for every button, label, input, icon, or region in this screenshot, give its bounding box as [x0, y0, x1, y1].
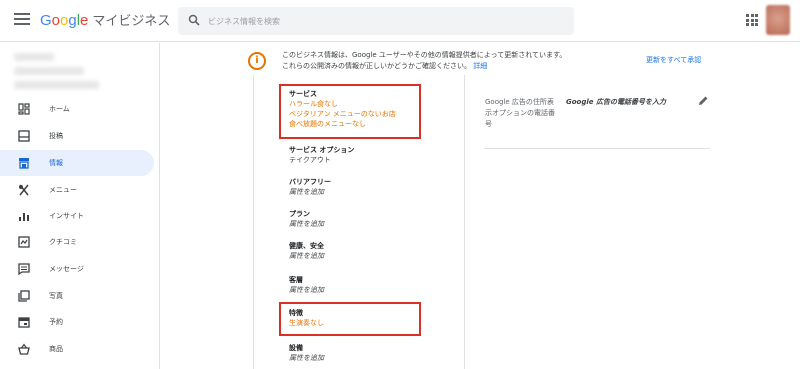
sidebar-item-label: クチコミ — [49, 238, 77, 246]
sidebar-item-insights[interactable]: インサイト — [0, 203, 154, 229]
attribute-title: 客層 — [289, 276, 303, 284]
add-attribute-link[interactable]: 属性を追加 — [289, 251, 324, 261]
logo-letter: e — [80, 12, 89, 29]
update-notice: このビジネス情報は、Google ユーザーやその他の情報提供者によって更新されて… — [282, 50, 622, 72]
add-attribute-link[interactable]: 属性を追加 — [289, 353, 324, 363]
search-input[interactable] — [208, 11, 558, 31]
add-attribute-link[interactable]: 属性を追加 — [289, 219, 324, 229]
divider — [484, 148, 710, 149]
sidebar-item-label: 写真 — [49, 292, 63, 300]
attribute-title: サービス オプション — [289, 146, 355, 154]
calendar-icon — [18, 317, 30, 328]
attribute-title: 健康、安全 — [289, 242, 324, 250]
sidebar-item-products[interactable]: 商品 — [0, 336, 154, 362]
attribute-facilities[interactable]: 設備 属性を追加 — [289, 343, 324, 363]
update-notice-line1: このビジネス情報は、Google ユーザーやその他の情報提供者によって更新されて… — [282, 51, 567, 59]
attribute-title: プラン — [289, 210, 310, 218]
post-icon — [18, 130, 30, 142]
update-notice-line2-text: これらの公開済みの情報が正しいかどうかご確認ください。 — [282, 62, 471, 70]
menu-utensils-icon — [19, 184, 29, 196]
attribute-value: テイクアウト — [289, 156, 331, 164]
update-notice-line2: これらの公開済みの情報が正しいかどうかご確認ください。 詳細 — [282, 61, 622, 72]
sidebar-item-reviews[interactable]: クチコミ — [0, 229, 154, 255]
highlight-box-service — [279, 84, 421, 139]
message-icon — [18, 263, 30, 275]
pencil-edit-icon[interactable] — [697, 95, 709, 107]
sidebar-item-label: 予約 — [49, 318, 63, 326]
reviews-icon — [18, 236, 30, 248]
add-attribute-link[interactable]: 属性を追加 — [289, 285, 324, 295]
sidebar-item-label: ホーム — [49, 105, 70, 113]
search-icon — [188, 14, 200, 26]
add-attribute-link[interactable]: 属性を追加 — [289, 187, 331, 197]
sidebar-item-label: 商品 — [49, 345, 63, 353]
attribute-plans[interactable]: プラン 属性を追加 — [289, 209, 324, 229]
shopping-basket-icon — [18, 343, 30, 355]
photos-icon — [18, 290, 30, 302]
attribute-health-safety[interactable]: 健康、安全 属性を追加 — [289, 241, 324, 261]
sidebar-item-label: 情報 — [49, 159, 63, 167]
sidebar-item-menu[interactable]: メニュー — [0, 177, 154, 203]
logo-letter: o — [51, 12, 61, 29]
top-app-bar: Google マイビジネス — [0, 0, 800, 42]
sidebar-item-bookings[interactable]: 予約 — [0, 309, 154, 335]
ads-phone-label: Google 広告の住所表示オプションの電話番号 — [485, 98, 555, 128]
attribute-service-options[interactable]: サービス オプション テイクアウト — [289, 145, 354, 165]
insights-icon — [19, 213, 29, 221]
google-apps-icon[interactable] — [746, 14, 758, 26]
logo-letter: G — [40, 12, 52, 29]
sidebar-item-label: 投稿 — [49, 132, 63, 140]
sidebar-item-home[interactable]: ホーム — [0, 96, 154, 122]
product-name: マイビジネス — [92, 14, 171, 29]
sidebar-item-label: インサイト — [49, 212, 84, 220]
details-link[interactable]: 詳細 — [473, 62, 487, 70]
ads-phone-value[interactable]: Google 広告の電話番号を入力 — [566, 97, 666, 107]
accept-all-updates-button[interactable]: 更新をすべて承認 — [646, 55, 701, 65]
highlight-box-features — [279, 302, 421, 336]
attribute-title: 設備 — [289, 344, 303, 352]
sidebar-item-posts[interactable]: 投稿 — [0, 123, 154, 149]
sidebar-item-info[interactable]: 情報 — [0, 150, 154, 176]
attribute-title: バリアフリー — [289, 178, 331, 186]
home-dashboard-icon — [18, 103, 30, 115]
sidebar-item-label: メッセージ — [49, 265, 84, 273]
attribute-barrier-free[interactable]: バリアフリー 属性を追加 — [289, 177, 331, 197]
info-alert-icon: i — [248, 52, 266, 70]
sidebar-item-photos[interactable]: 写真 — [0, 283, 154, 309]
attribute-customers[interactable]: 客層 属性を追加 — [289, 275, 324, 295]
info-store-icon — [19, 158, 29, 169]
google-my-business-logo[interactable]: Google マイビジネス — [40, 10, 170, 29]
avatar[interactable] — [766, 5, 790, 35]
logo-letter: g — [68, 12, 77, 29]
sidebar-item-messages[interactable]: メッセージ — [0, 256, 154, 282]
search-box[interactable] — [178, 7, 574, 35]
hamburger-menu-icon[interactable] — [14, 13, 30, 27]
sidebar-item-label: メニュー — [49, 186, 77, 194]
